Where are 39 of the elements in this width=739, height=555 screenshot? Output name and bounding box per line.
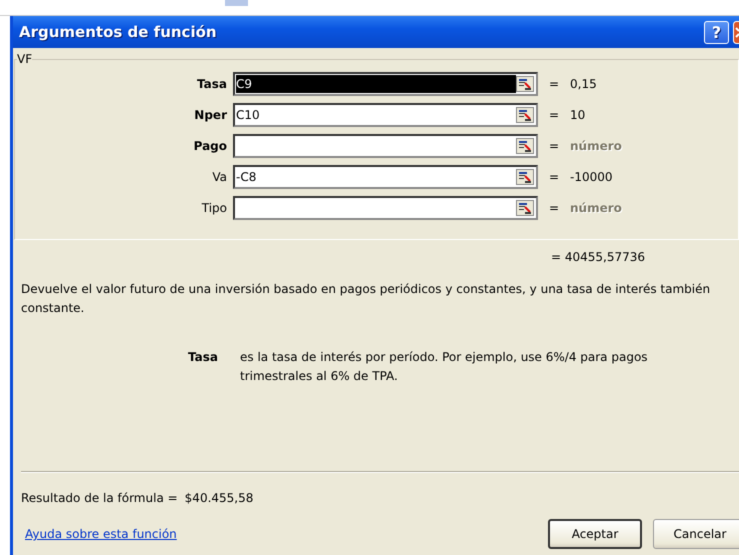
formula-result-label: Resultado de la fórmula =: [21, 491, 178, 505]
cell-reference-icon[interactable]: [516, 106, 534, 122]
argument-help-text: es la tasa de interés por período. Por ejemplo, use 6%/4 para pagos trimestrales al 6% de TPA.: [240, 349, 649, 385]
spreadsheet-cell: [225, 0, 248, 6]
function-description: Devuelve el valor futuro de una inversión basado en pagos periódicos y constantes, y una tasa de interés también constante.: [21, 281, 712, 317]
cell-reference-icon[interactable]: [516, 168, 534, 184]
argument-label: Nper: [193, 108, 228, 122]
cancel-button[interactable]: Cancelar: [653, 519, 739, 549]
result-hint: número: [570, 138, 622, 152]
function-result: = 40455,57736: [551, 250, 646, 266]
argument-label: Tasa: [196, 76, 228, 90]
window-title: Argumentos de función: [19, 23, 218, 41]
formula-result-value: $40.455,58: [184, 491, 254, 505]
argument-result: 0,15: [570, 76, 597, 90]
argument-result: -10000: [570, 170, 613, 184]
argument-field[interactable]: C10: [233, 102, 538, 126]
function-name: VF: [17, 52, 32, 66]
help-button[interactable]: ?: [704, 20, 729, 44]
result-hint: número: [570, 200, 622, 214]
cell-reference-icon[interactable]: [516, 200, 534, 216]
equals-sign: =: [548, 108, 560, 122]
argument-label: Va: [211, 170, 228, 184]
argument-label: Tipo: [200, 200, 228, 214]
close-button[interactable]: [733, 20, 739, 44]
accept-button[interactable]: Aceptar: [548, 519, 642, 549]
equals-sign: =: [548, 138, 560, 152]
cell-reference-icon[interactable]: [516, 138, 534, 154]
argument-label: Pago: [192, 138, 228, 152]
equals-sign: =: [548, 76, 560, 90]
argument-help-name: Tasa: [188, 349, 219, 366]
argument-field[interactable]: [233, 196, 538, 220]
argument-field[interactable]: C9: [233, 72, 538, 96]
argument-field[interactable]: [233, 134, 538, 158]
equals-sign: =: [548, 200, 560, 214]
help-link[interactable]: Ayuda sobre esta función: [25, 527, 177, 541]
argument-field[interactable]: -C8: [233, 164, 538, 188]
equals-sign: =: [548, 170, 560, 184]
cell-reference-icon[interactable]: [516, 76, 534, 92]
argument-result: 10: [570, 108, 586, 122]
